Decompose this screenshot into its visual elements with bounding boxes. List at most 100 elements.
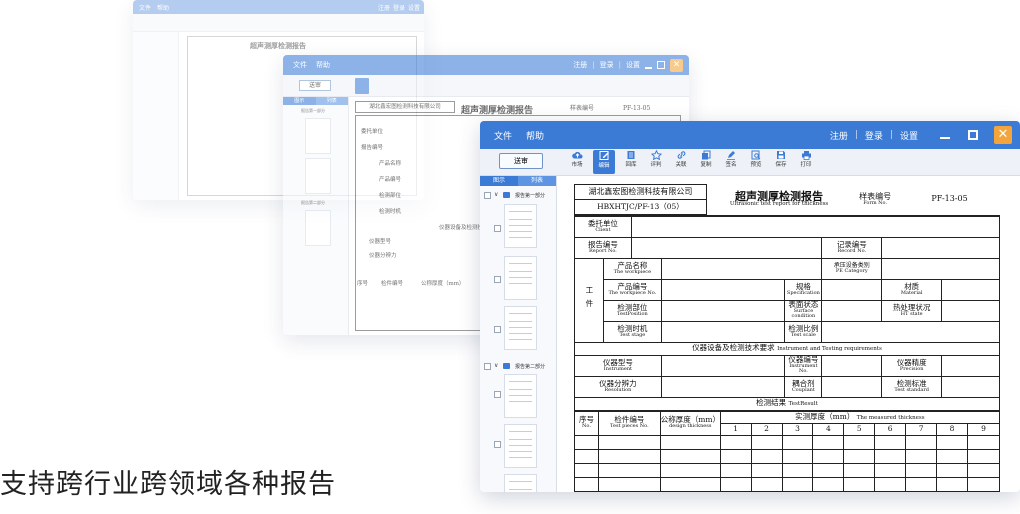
ht-value[interactable] xyxy=(941,299,1000,322)
tool-save[interactable]: 保存 xyxy=(772,150,790,174)
group-1-checkbox[interactable] xyxy=(484,192,491,199)
resolution-value[interactable] xyxy=(660,375,786,398)
group-1-label[interactable]: 报告第一部分 xyxy=(515,192,545,199)
chevron-down-icon[interactable]: ∨ xyxy=(494,191,498,198)
tool-library[interactable]: 回库 xyxy=(622,150,640,174)
settings-link[interactable]: 设置 xyxy=(626,60,640,70)
couplant-value[interactable] xyxy=(821,375,883,398)
submit-review-button[interactable]: 送审 xyxy=(499,153,543,169)
position-value[interactable] xyxy=(660,299,786,322)
stage-value[interactable] xyxy=(660,320,786,343)
table-cell[interactable] xyxy=(905,476,938,492)
table-cell[interactable] xyxy=(843,434,876,450)
table-cell[interactable] xyxy=(659,448,721,464)
page-thumbnail[interactable] xyxy=(504,474,537,492)
precision-value[interactable] xyxy=(941,354,1000,377)
standard-value[interactable] xyxy=(941,375,1000,398)
inst-no-value[interactable] xyxy=(821,354,883,377)
group-2-label[interactable]: 报告第二部分 xyxy=(301,200,348,206)
tab-list[interactable]: 列表 xyxy=(315,97,348,105)
minimize-icon[interactable] xyxy=(645,67,652,69)
maximize-icon[interactable] xyxy=(657,61,665,69)
register-link[interactable]: 注册 xyxy=(378,3,390,12)
table-cell[interactable] xyxy=(966,448,1000,464)
table-cell[interactable] xyxy=(781,448,814,464)
table-cell[interactable] xyxy=(597,448,661,464)
page-checkbox[interactable] xyxy=(494,326,501,333)
tab-diagram[interactable]: 图示 xyxy=(283,97,316,105)
table-cell[interactable] xyxy=(781,434,814,450)
page-checkbox[interactable] xyxy=(494,441,501,448)
table-cell[interactable] xyxy=(812,462,845,478)
table-cell[interactable] xyxy=(843,462,876,478)
minimize-icon[interactable] xyxy=(940,137,950,139)
page-thumbnail[interactable] xyxy=(504,306,537,350)
tool-evaluate[interactable]: 评判 xyxy=(647,150,665,174)
table-cell[interactable] xyxy=(574,476,599,492)
page-checkbox[interactable] xyxy=(494,225,501,232)
table-cell[interactable] xyxy=(659,476,721,492)
page-thumbnail[interactable] xyxy=(305,158,331,194)
table-cell[interactable] xyxy=(843,448,876,464)
table-cell[interactable] xyxy=(750,448,783,464)
page-thumbnail[interactable] xyxy=(504,424,537,468)
table-cell[interactable] xyxy=(574,434,599,450)
table-cell[interactable] xyxy=(905,434,938,450)
table-cell[interactable] xyxy=(966,462,1000,478)
table-cell[interactable] xyxy=(597,434,661,450)
submit-review-button[interactable]: 送审 xyxy=(299,80,331,91)
tool-preview[interactable]: 预览 xyxy=(747,150,765,174)
table-cell[interactable] xyxy=(936,476,968,492)
pe-category-value[interactable] xyxy=(881,257,1000,280)
maximize-icon[interactable] xyxy=(968,130,978,140)
table-cell[interactable] xyxy=(905,462,938,478)
table-cell[interactable] xyxy=(781,476,814,492)
table-cell[interactable] xyxy=(750,462,783,478)
tool-copy[interactable]: 复制 xyxy=(697,150,715,174)
menu-help[interactable]: 帮助 xyxy=(316,60,330,70)
login-link[interactable]: 登录 xyxy=(393,3,405,12)
close-icon[interactable]: ✕ xyxy=(670,58,683,72)
chevron-down-icon[interactable]: ∨ xyxy=(494,362,498,369)
table-cell[interactable] xyxy=(659,434,721,450)
table-cell[interactable] xyxy=(812,476,845,492)
table-cell[interactable] xyxy=(966,434,1000,450)
menu-file[interactable]: 文件 xyxy=(293,60,307,70)
material-value[interactable] xyxy=(941,278,1000,301)
product-name-value[interactable] xyxy=(660,257,823,280)
login-link[interactable]: 登录 xyxy=(600,60,614,70)
table-cell[interactable] xyxy=(719,476,752,492)
product-no-value[interactable] xyxy=(660,278,786,301)
table-cell[interactable] xyxy=(812,448,845,464)
scale-value[interactable] xyxy=(821,320,1000,343)
group-2-label[interactable]: 报告第二部分 xyxy=(515,363,545,370)
group-2-checkbox[interactable] xyxy=(484,363,491,370)
table-cell[interactable] xyxy=(719,448,752,464)
page-thumbnail[interactable] xyxy=(504,204,537,248)
table-cell[interactable] xyxy=(905,448,938,464)
table-cell[interactable] xyxy=(597,476,661,492)
tool-market[interactable]: 市场 xyxy=(568,150,586,174)
table-cell[interactable] xyxy=(574,448,599,464)
menu-help[interactable]: 帮助 xyxy=(526,129,544,142)
tool-sign[interactable]: 签名 xyxy=(722,150,740,174)
menu-file[interactable]: 文件 xyxy=(494,129,512,142)
settings-link[interactable]: 设置 xyxy=(900,129,918,142)
surface-value[interactable] xyxy=(821,299,883,322)
table-cell[interactable] xyxy=(874,462,907,478)
table-cell[interactable] xyxy=(936,448,968,464)
table-cell[interactable] xyxy=(781,462,814,478)
table-cell[interactable] xyxy=(874,448,907,464)
menu-file[interactable]: 文件 xyxy=(139,3,151,12)
tab-list[interactable]: 列表 xyxy=(518,176,556,186)
tool-link[interactable]: 关联 xyxy=(672,150,690,174)
close-icon[interactable]: ✕ xyxy=(994,126,1012,144)
menu-help[interactable]: 帮助 xyxy=(157,3,169,12)
page-thumbnail[interactable] xyxy=(504,256,537,300)
register-link[interactable]: 注册 xyxy=(573,60,587,70)
record-no-value[interactable] xyxy=(881,236,1000,259)
page-thumbnail[interactable] xyxy=(504,374,537,418)
inst-model-value[interactable] xyxy=(660,354,786,377)
table-cell[interactable] xyxy=(812,434,845,450)
table-cell[interactable] xyxy=(936,462,968,478)
